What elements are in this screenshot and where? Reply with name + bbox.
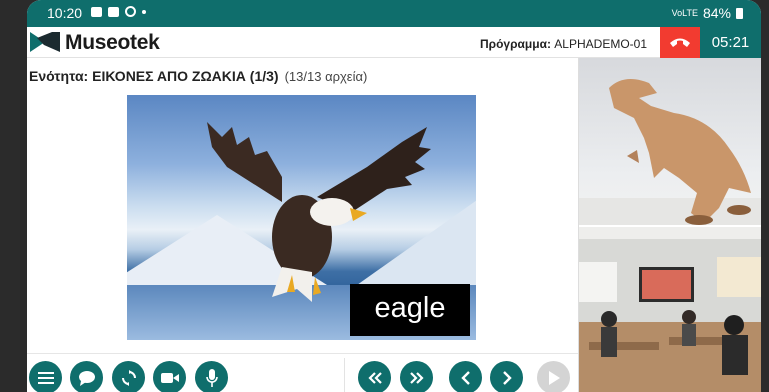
next-slide-button[interactable] [490,361,523,392]
chevron-left-icon [460,370,470,385]
battery-icon [736,7,743,19]
status-bar: 10:20 VoLTE 84% [27,0,761,27]
section-heading: Ενότητα: ΕΙΚΟΝΕΣ ΑΠΟ ΖΩΑΚΙΑ (1/3) (13/13 … [29,68,367,84]
status-right: VoLTE 84% [672,5,743,21]
call-timer: 05:21 [700,27,761,58]
file-count: (13/13 αρχεία) [284,69,368,84]
microphone-button[interactable] [195,361,228,392]
status-notification-icons [91,6,146,17]
status-time: 10:20 [47,5,83,21]
eagle-illustration [207,122,431,302]
gallery-icon [91,6,102,17]
microphone-icon [205,368,218,387]
camera-button[interactable] [153,361,186,392]
brand-name: Museotek [65,31,160,54]
slide-caption: eagle [374,292,446,324]
double-left-icon [367,371,382,384]
program-info: Πρόγραμμα: ALPHADEMO-01 [480,37,647,51]
menu-button[interactable] [29,361,62,392]
play-button[interactable] [537,361,570,392]
hangup-button[interactable] [660,27,700,58]
slide-caption-box: eagle [350,284,470,336]
chevron-right-icon [502,370,512,385]
sync-button[interactable] [112,361,145,392]
instagram-icon [125,6,136,17]
video-notification-icon [108,6,119,17]
play-icon [548,370,560,385]
toolbar-divider [344,358,345,392]
remote-video-dinosaur[interactable] [579,58,761,225]
sync-icon [121,369,136,386]
video-camera-icon [160,372,179,383]
chat-icon [78,370,95,386]
last-slide-button[interactable] [400,361,433,392]
battery-percent: 84% [702,5,731,21]
slide-image[interactable]: eagle [127,95,476,340]
phone-hangup-icon [670,38,690,47]
wifi-volte-signal-icon: VoLTE [671,8,698,18]
dinosaur-toy-image [579,79,761,225]
previous-slide-button[interactable] [449,361,482,392]
bottom-toolbar [27,353,578,392]
program-value: ALPHADEMO-01 [554,37,647,51]
section-title: Ενότητα: ΕΙΚΟΝΕΣ ΑΠΟ ΖΩΑΚΙΑ (1/3) [29,68,279,84]
museotek-logo-icon [30,32,60,52]
double-right-icon [409,371,424,384]
program-label: Πρόγραμμα: [480,37,551,51]
first-slide-button[interactable] [358,361,391,392]
app-window: 10:20 VoLTE 84% Museotek Πρόγραμμα: ALPH… [27,0,761,392]
remote-video-classroom[interactable] [579,227,761,392]
app-header: Museotek Πρόγραμμα: ALPHADEMO-01 [27,27,761,58]
chat-button[interactable] [70,361,103,392]
classroom-image [579,227,761,392]
menu-icon [37,371,54,384]
more-notifications-dot-icon [142,9,146,14]
